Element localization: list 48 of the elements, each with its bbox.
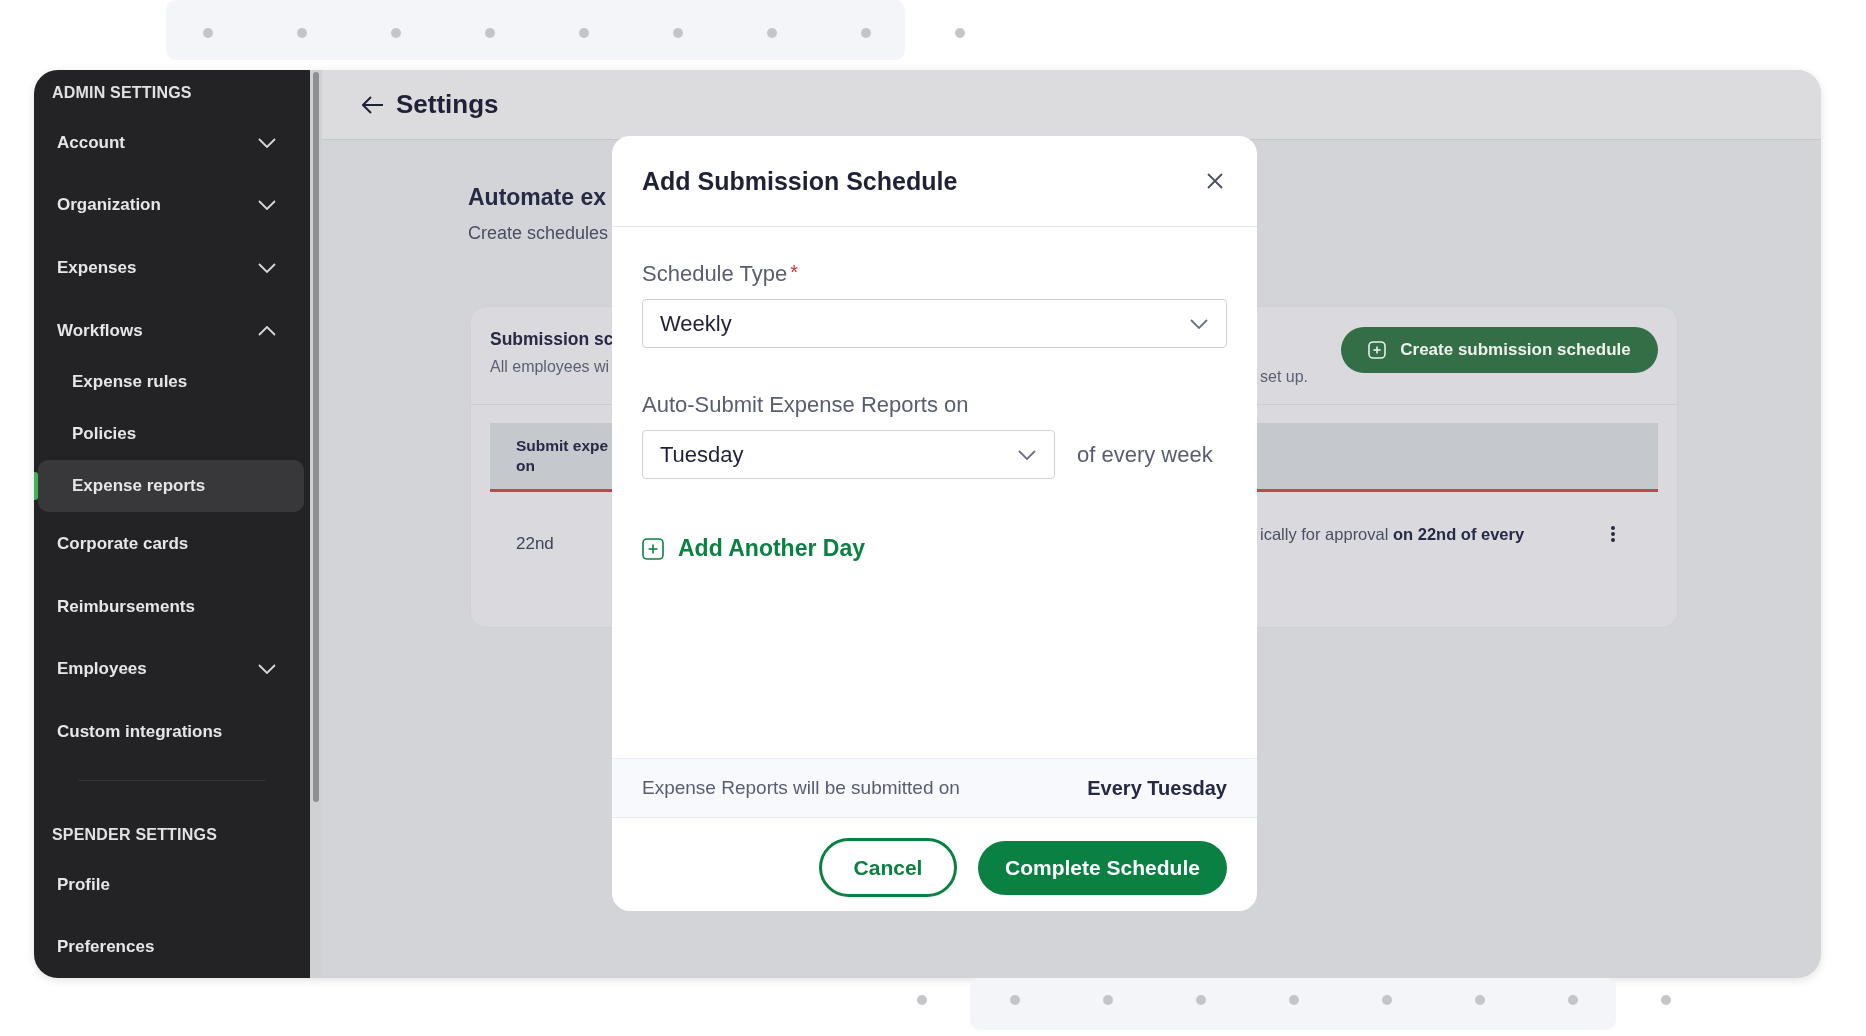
chevron-down-icon [1190, 318, 1208, 329]
add-day-button[interactable]: Add Another Day [642, 535, 865, 562]
card-title: Submission sc [490, 329, 610, 350]
sidebar-item[interactable]: Preferences [34, 916, 310, 978]
sidebar-item[interactable]: Account [34, 111, 310, 174]
page-title: Settings [396, 89, 499, 120]
create-schedule-button[interactable]: Create submission schedule [1341, 327, 1658, 373]
section-heading: Automate ex [468, 184, 608, 211]
chevron-down-icon [258, 262, 276, 273]
field-suffix: of every week [1077, 441, 1213, 468]
required-mark: * [790, 261, 798, 284]
section-heading: SPENDER SETTINGS [51, 824, 218, 845]
plus-icon [1368, 341, 1387, 359]
sidebar-item[interactable]: Custom integrations [34, 701, 310, 763]
more-options-icon[interactable] [1610, 525, 1616, 543]
sidebar-item[interactable]: Reimbursements [34, 576, 310, 638]
section-description: Create schedules [468, 223, 610, 244]
card-description: All employees wi [490, 358, 610, 376]
plus-icon [642, 537, 664, 560]
chevron-down-icon [258, 200, 276, 211]
scrollbar[interactable] [310, 70, 322, 978]
section-heading: ADMIN SETTINGS [51, 83, 193, 103]
chevron-up-icon [258, 325, 276, 336]
cancel-button[interactable]: Cancel [819, 838, 957, 897]
back-arrow-icon [362, 95, 384, 114]
column-header: Submit expe on [516, 436, 609, 476]
card-description: set up. [1260, 368, 1309, 386]
sidebar-item[interactable]: Profile [34, 853, 310, 916]
complete-schedule-button[interactable]: Complete Schedule [978, 841, 1227, 895]
summary-label: Expense Reports will be submitted on [642, 777, 960, 799]
sidebar-item[interactable]: Employees [34, 638, 310, 701]
table-cell-text: 22nd [515, 533, 555, 554]
sidebar-item[interactable]: Corporate cards [34, 513, 310, 575]
field-label: Auto-Submit Expense Reports on [642, 392, 969, 418]
table-cell: ically for approval on 22nd of every [1260, 525, 1525, 544]
modal-title: Add Submission Schedule [642, 166, 958, 196]
sidebar-subitem[interactable]: Policies [38, 408, 304, 461]
close-icon [1207, 173, 1223, 189]
chevron-down-icon [1018, 449, 1036, 460]
chevron-down-icon [258, 664, 276, 675]
chevron-down-icon [258, 137, 276, 148]
summary-value: Every Tuesday [1087, 776, 1227, 800]
sidebar-item[interactable]: Expenses [34, 237, 310, 299]
back-button[interactable] [362, 95, 384, 114]
sidebar-item[interactable]: Organization [34, 174, 310, 237]
day-dropdown[interactable]: Tuesday [642, 430, 1055, 479]
schedule-type-dropdown[interactable]: Weekly [642, 299, 1227, 348]
field-label: Schedule Type [642, 261, 788, 287]
